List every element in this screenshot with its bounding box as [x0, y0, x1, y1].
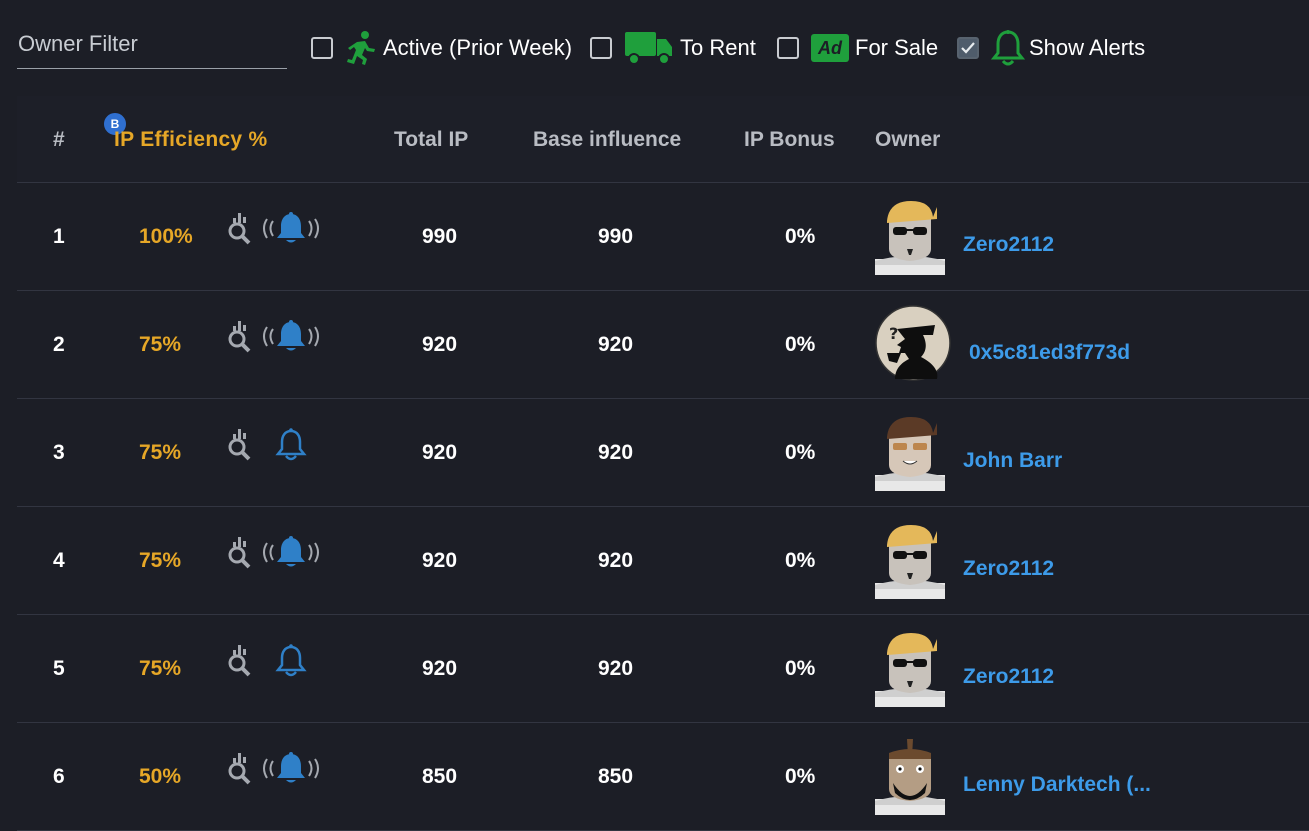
sale-checkbox[interactable]	[777, 37, 799, 59]
checkmark-icon	[961, 42, 975, 54]
analyze-icon[interactable]	[227, 751, 257, 787]
total-ip-value: 850	[422, 765, 458, 788]
filter-bar: Active (Prior Week) To Rent Ad For Sale	[0, 0, 1309, 96]
col-header-efficiency[interactable]: IP Efficiency %	[114, 128, 268, 152]
rank-number: 1	[53, 225, 65, 248]
ringing-bell-icon[interactable]	[259, 211, 323, 247]
efficiency-value: 75%	[139, 441, 182, 464]
bell-outline-icon[interactable]	[259, 427, 323, 463]
owner-link[interactable]: John Barr	[963, 449, 1062, 473]
efficiency-value: 50%	[139, 765, 182, 788]
analyze-icon[interactable]	[227, 319, 257, 355]
avatar[interactable]	[875, 413, 945, 491]
ringing-bell-icon[interactable]	[259, 535, 323, 571]
ip-bonus-value: 0%	[785, 441, 816, 464]
alerts-filter-label: Show Alerts	[1029, 35, 1146, 60]
analyze-icon[interactable]	[227, 211, 257, 247]
table-row[interactable]: 5 75% 920 920 0% Zero2112	[17, 615, 1309, 723]
total-ip-value: 920	[422, 441, 458, 464]
analyze-icon[interactable]	[227, 535, 257, 571]
avatar[interactable]	[875, 737, 945, 815]
rent-filter[interactable]: To Rent	[590, 30, 756, 66]
ip-bonus-value: 0%	[785, 765, 816, 788]
col-header-rank[interactable]: #	[53, 128, 65, 152]
row-actions	[227, 749, 327, 789]
base-influence-value: 990	[598, 225, 634, 248]
base-influence-value: 920	[598, 333, 634, 356]
rank-number: 4	[53, 549, 65, 572]
active-filter-label: Active (Prior Week)	[383, 35, 573, 60]
avatar[interactable]	[875, 629, 945, 707]
ringing-bell-icon[interactable]	[259, 319, 323, 355]
row-actions	[227, 425, 327, 465]
ad-icon-text: Ad	[818, 37, 842, 58]
alerts-checkbox[interactable]	[957, 37, 979, 59]
total-ip-value: 990	[422, 225, 458, 248]
total-ip-value: 920	[422, 657, 458, 680]
running-person-icon	[345, 30, 377, 66]
bell-outline-icon	[991, 29, 1025, 67]
ip-bonus-value: 0%	[785, 549, 816, 572]
base-influence-value: 850	[598, 765, 634, 788]
influence-table: # B IP Efficiency % Total IP Base influe…	[17, 96, 1309, 831]
active-filter[interactable]: Active (Prior Week)	[311, 30, 572, 66]
alerts-filter[interactable]: Show Alerts	[957, 30, 1145, 66]
ad-icon: Ad	[811, 34, 849, 62]
row-actions	[227, 209, 327, 249]
total-ip-value: 920	[422, 333, 458, 356]
avatar[interactable]	[875, 197, 945, 275]
table-header: # B IP Efficiency % Total IP Base influe…	[17, 96, 1309, 183]
owner-link[interactable]: Lenny Darktech (...	[963, 773, 1151, 797]
owner-link[interactable]: Zero2112	[963, 557, 1054, 581]
col-header-ip-bonus[interactable]: IP Bonus	[744, 128, 835, 152]
owner-link[interactable]: Zero2112	[963, 665, 1054, 689]
table-row[interactable]: 2 75% 920 920 0%? 0x5c81ed3f773d	[17, 291, 1309, 399]
active-checkbox[interactable]	[311, 37, 333, 59]
avatar[interactable]: ?	[875, 305, 951, 383]
base-influence-value: 920	[598, 441, 634, 464]
efficiency-value: 75%	[139, 333, 182, 356]
rank-number: 2	[53, 333, 65, 356]
base-influence-value: 920	[598, 549, 634, 572]
rent-checkbox[interactable]	[590, 37, 612, 59]
analyze-icon[interactable]	[227, 643, 257, 679]
rank-number: 3	[53, 441, 65, 464]
efficiency-value: 100%	[139, 225, 193, 248]
truck-icon	[624, 30, 674, 66]
total-ip-value: 920	[422, 549, 458, 572]
table-row[interactable]: 4 75% 920 920 0% Zero2112	[17, 507, 1309, 615]
base-influence-value: 920	[598, 657, 634, 680]
efficiency-value: 75%	[139, 657, 182, 680]
col-header-base-influence[interactable]: Base influence	[533, 128, 681, 152]
owner-filter-input[interactable]	[17, 24, 287, 69]
row-actions	[227, 641, 327, 681]
sale-filter[interactable]: Ad For Sale	[777, 30, 938, 66]
analyze-icon[interactable]	[227, 427, 257, 463]
table-row[interactable]: 1 100% 990 990 0% Zero2112	[17, 183, 1309, 291]
row-actions	[227, 533, 327, 573]
ip-bonus-value: 0%	[785, 225, 816, 248]
bell-outline-icon[interactable]	[259, 643, 323, 679]
efficiency-value: 75%	[139, 549, 182, 572]
ip-bonus-value: 0%	[785, 657, 816, 680]
avatar[interactable]	[875, 521, 945, 599]
svg-text:?: ?	[889, 324, 898, 343]
sale-filter-label: For Sale	[855, 35, 939, 60]
col-header-owner[interactable]: Owner	[875, 128, 940, 152]
rank-number: 6	[53, 765, 65, 788]
owner-link[interactable]: 0x5c81ed3f773d	[969, 341, 1130, 365]
rent-filter-label: To Rent	[680, 35, 756, 60]
owner-link[interactable]: Zero2112	[963, 233, 1054, 257]
ip-bonus-value: 0%	[785, 333, 816, 356]
col-header-total-ip[interactable]: Total IP	[394, 128, 468, 152]
table-row[interactable]: 3 75% 920 920 0% John Barr	[17, 399, 1309, 507]
row-actions	[227, 317, 327, 357]
rank-number: 5	[53, 657, 65, 680]
ringing-bell-icon[interactable]	[259, 751, 323, 787]
table-row[interactable]: 6 50% 850 850 0% Lenny Darktech (...	[17, 723, 1309, 831]
